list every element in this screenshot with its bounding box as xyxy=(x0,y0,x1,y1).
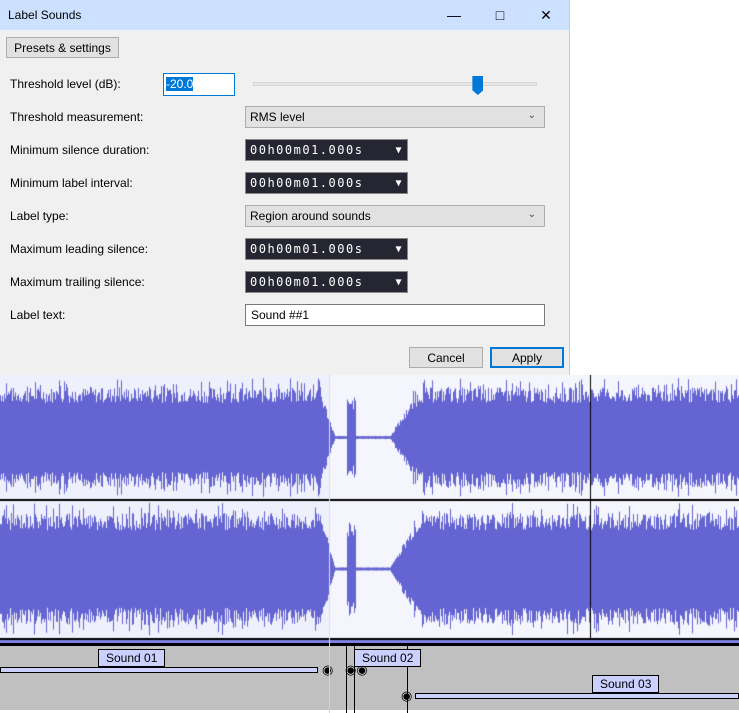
dropdown-icon[interactable]: ▼ xyxy=(395,277,403,288)
label-sound-03[interactable]: Sound 03 xyxy=(592,675,660,693)
measurement-label: Threshold measurement: xyxy=(10,110,144,124)
min-silence-time-control[interactable]: 00h00m01.000s ▼ xyxy=(245,139,408,161)
audio-track[interactable] xyxy=(0,375,739,643)
dropdown-icon[interactable]: ▼ xyxy=(395,145,403,156)
measurement-value: RMS level xyxy=(250,110,305,124)
label-sound-02[interactable]: Sound 02 xyxy=(354,649,422,667)
title-bar: Label Sounds — □ ✕ xyxy=(0,0,569,30)
label-sound-01[interactable]: Sound 01 xyxy=(98,649,166,667)
minimize-icon[interactable]: — xyxy=(431,0,477,30)
label-type-label: Label type: xyxy=(10,209,69,223)
max-leading-label: Maximum leading silence: xyxy=(10,242,149,256)
waveform[interactable] xyxy=(0,375,739,643)
label-boundary-line xyxy=(346,646,347,713)
label-type-value: Region around sounds xyxy=(250,209,371,223)
chevron-down-icon: ⌄ xyxy=(527,110,536,121)
label-text-input[interactable]: Sound ##1 xyxy=(245,304,545,326)
maximize-icon[interactable]: □ xyxy=(477,0,523,30)
label-boundary-handle[interactable]: ◉ xyxy=(322,662,333,678)
label-boundary-handle[interactable]: ◉ xyxy=(401,688,412,704)
label-type-select[interactable]: Region around sounds ⌄ xyxy=(245,205,545,227)
min-interval-value: 00h00m01.000s xyxy=(250,176,364,190)
close-icon[interactable]: ✕ xyxy=(523,0,569,30)
min-silence-value: 00h00m01.000s xyxy=(250,143,364,157)
label-region-bar[interactable] xyxy=(0,667,318,673)
threshold-slider-thumb[interactable] xyxy=(472,76,484,95)
min-interval-label: Minimum label interval: xyxy=(10,176,133,190)
label-sounds-dialog: Label Sounds — □ ✕ Presets & settings Th… xyxy=(0,0,570,375)
threshold-label: Threshold level (dB): xyxy=(10,77,121,91)
min-interval-time-control[interactable]: 00h00m01.000s ▼ xyxy=(245,172,408,194)
threshold-slider[interactable] xyxy=(253,82,537,86)
measurement-select[interactable]: RMS level ⌄ xyxy=(245,106,545,128)
threshold-value: -20.0 xyxy=(166,77,194,91)
apply-button[interactable]: Apply xyxy=(490,347,564,368)
label-region-bar[interactable] xyxy=(415,693,739,699)
max-trailing-time-control[interactable]: 00h00m01.000s ▼ xyxy=(245,271,408,293)
presets-settings-button[interactable]: Presets & settings xyxy=(6,37,119,58)
dialog-title: Label Sounds xyxy=(8,8,82,22)
label-text-label: Label text: xyxy=(10,308,66,322)
chevron-down-icon: ⌄ xyxy=(527,209,536,220)
max-trailing-value: 00h00m01.000s xyxy=(250,275,364,289)
dropdown-icon[interactable]: ▼ xyxy=(395,178,403,189)
min-silence-label: Minimum silence duration: xyxy=(10,143,150,157)
label-track[interactable]: Sound 01 ◉ ◉◉ Sound 02 ◉ Sound 03 xyxy=(0,643,739,713)
max-trailing-label: Maximum trailing silence: xyxy=(10,275,145,289)
threshold-input[interactable]: -20.0 xyxy=(163,73,235,96)
dropdown-icon[interactable]: ▼ xyxy=(395,244,403,255)
cancel-button[interactable]: Cancel xyxy=(409,347,483,368)
max-leading-time-control[interactable]: 00h00m01.000s ▼ xyxy=(245,238,408,260)
max-leading-value: 00h00m01.000s xyxy=(250,242,364,256)
play-cursor xyxy=(329,643,330,713)
